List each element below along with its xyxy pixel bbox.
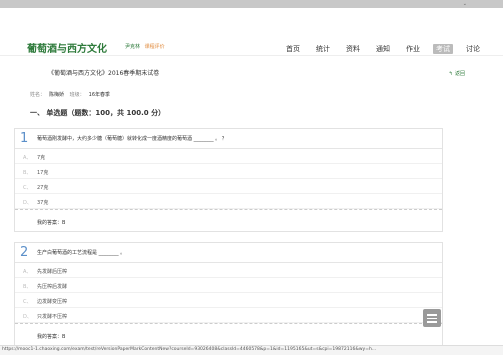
teacher-name: 尹克林 [125, 44, 141, 50]
nav-materials[interactable]: 资料 [343, 44, 363, 54]
my-answer: 我的答案：B [15, 323, 442, 345]
question-number: 1 [20, 131, 29, 146]
back-link[interactable]: ↰ 返回 [449, 70, 465, 77]
student-meta: 姓名： 陈梅娇 班级： 16年春季 [30, 91, 114, 98]
option-letter: C、 [23, 299, 32, 305]
name-value: 陈梅娇 [49, 92, 65, 98]
option-text: 37克 [37, 200, 49, 206]
option-a: A、 7克 [15, 149, 442, 164]
main-nav: 首页 统计 资料 通知 作业 考试 讨论 [273, 44, 483, 54]
option-text: 先发酵后压榨 [37, 269, 68, 275]
option-letter: B、 [23, 284, 32, 290]
my-answer: 我的答案：B [15, 209, 442, 231]
option-text: 27克 [37, 185, 49, 191]
list-menu-icon[interactable] [423, 309, 441, 327]
question-header: 2 生产白葡萄酒的工艺流程是 ________ 。 [15, 243, 442, 263]
site-header: 葡萄酒与西方文化 尹克林 课程评价 首页 统计 资料 通知 作业 考试 讨论 [0, 8, 503, 56]
option-letter: D、 [23, 314, 32, 320]
option-c: C、 边发酵变压榨 [15, 293, 442, 308]
nav-discussion[interactable]: 讨论 [463, 44, 483, 54]
option-text: 边发酵变压榨 [37, 299, 68, 305]
option-text: 7克 [37, 155, 46, 161]
nav-exam[interactable]: 考试 [433, 44, 453, 54]
class-label: 班级： [69, 92, 85, 98]
option-text: 只发酵不压榨 [37, 314, 68, 320]
question-text: 生产白葡萄酒的工艺流程是 ________ 。 [37, 250, 126, 256]
option-letter: B、 [23, 170, 32, 176]
question-text: 葡萄酒刚发酵中，大约多少糖（葡萄糖）就转化成一度酒精度的葡萄酒 ________… [37, 136, 227, 142]
nav-stats[interactable]: 统计 [313, 44, 333, 54]
option-letter: A、 [23, 155, 32, 161]
status-url: https://mooc1-1.chaoxing.com/exam/test/r… [2, 347, 377, 352]
option-letter: C、 [23, 185, 32, 191]
question-card: 2 生产白葡萄酒的工艺流程是 ________ 。 A、 先发酵后压榨 B、 先压榨… [14, 242, 443, 346]
option-c: C、 27克 [15, 179, 442, 194]
class-value: 16年春季 [88, 92, 111, 98]
option-letter: D、 [23, 200, 32, 206]
nav-notice[interactable]: 通知 [373, 44, 393, 54]
answer-text: 我的答案：B [37, 220, 66, 226]
nav-homework[interactable]: 作业 [403, 44, 423, 54]
option-letter: A、 [23, 269, 32, 275]
option-a: A、 先发酵后压榨 [15, 263, 442, 278]
question-card: 1 葡萄酒刚发酵中，大约多少糖（葡萄糖）就转化成一度酒精度的葡萄酒 ______… [14, 128, 443, 232]
name-label: 姓名： [30, 92, 46, 98]
option-text: 17克 [37, 170, 49, 176]
option-d: D、 只发酵不压榨 [15, 308, 442, 323]
back-label: 返回 [454, 71, 465, 77]
answer-text: 我的答案：B [37, 334, 66, 340]
course-evaluate-link[interactable]: 课程评价 [145, 44, 165, 50]
browser-status-bar: https://mooc1-1.chaoxing.com/exam/test/r… [0, 345, 503, 355]
exam-title: 《葡萄酒与西方文化》2016春季期末试卷 [48, 70, 160, 77]
option-b: B、 17克 [15, 164, 442, 179]
course-logo[interactable]: 葡萄酒与西方文化 [27, 40, 107, 55]
option-text: 先压榨后发酵 [37, 284, 68, 290]
question-number: 2 [20, 245, 29, 260]
option-d: D、 37克 [15, 194, 442, 209]
dropdown-icon[interactable]: ⌄ [463, 0, 467, 8]
question-header: 1 葡萄酒刚发酵中，大约多少糖（葡萄糖）就转化成一度酒精度的葡萄酒 ______… [15, 129, 442, 149]
option-b: B、 先压榨后发酵 [15, 278, 442, 293]
back-arrow-icon: ↰ [448, 71, 453, 77]
section-heading: 一、 单选题（题数：100，共 100.0 分） [30, 109, 166, 117]
browser-topbar: ⌄ [0, 0, 503, 8]
nav-home[interactable]: 首页 [283, 44, 303, 54]
teacher-info: 尹克林 课程评价 [125, 43, 165, 50]
